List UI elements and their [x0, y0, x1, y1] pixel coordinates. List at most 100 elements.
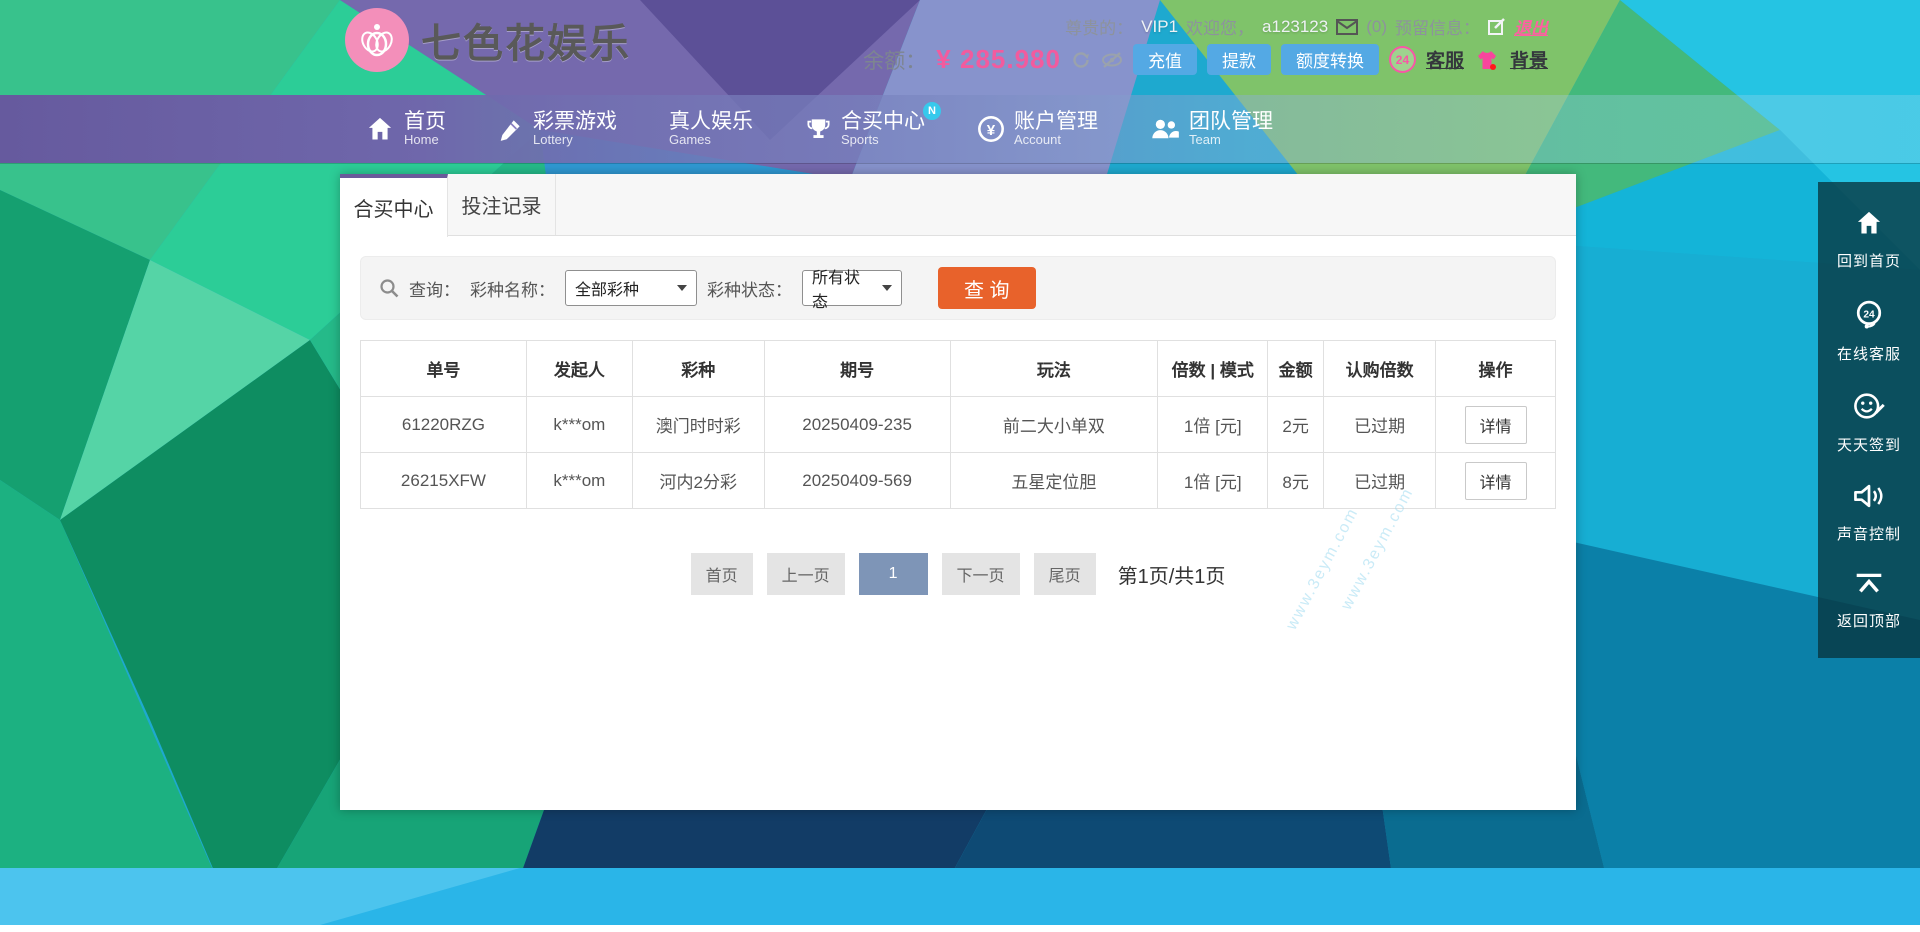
cell-order-no: 26215XFW — [361, 453, 527, 509]
balance-label: 余额： — [863, 45, 926, 75]
col-multiple-mode: 倍数 | 模式 — [1158, 341, 1268, 397]
nav-item-team[interactable]: 团队管理Team — [1150, 110, 1273, 148]
service-24-icon: 24 — [1389, 46, 1416, 73]
reserved-info-label: 预留信息： — [1395, 14, 1480, 39]
eye-off-icon[interactable] — [1101, 50, 1123, 70]
nav-label-en: Home — [404, 133, 446, 148]
nav-label-zh: 真人娱乐 — [669, 110, 753, 134]
withdraw-button[interactable]: 提款 — [1207, 44, 1271, 75]
sidebar-item-label: 在线客服 — [1837, 343, 1901, 364]
table-row: 26215XFW k***om 河内2分彩 20250409-569 五星定位胆… — [361, 453, 1556, 509]
sidebar-item-label: 天天签到 — [1837, 434, 1901, 455]
home-icon — [1853, 209, 1885, 242]
cell-starter: k***om — [526, 397, 632, 453]
chevron-down-icon — [677, 285, 687, 291]
search-filter-bar: 查询： 彩种名称： 全部彩种 彩种状态： 所有状态 查 询 — [360, 256, 1556, 320]
last-page-button[interactable]: 尾页 — [1034, 553, 1096, 595]
detail-button[interactable]: 详情 — [1465, 406, 1527, 444]
query-label: 查询： — [409, 276, 460, 301]
nav-label-zh: 团队管理 — [1189, 110, 1273, 134]
cell-issue: 20250409-569 — [764, 453, 950, 509]
background-toggle-link[interactable]: 背景 — [1510, 46, 1548, 73]
sidebar-item-home[interactable]: 回到首页 — [1837, 209, 1901, 271]
nav-item-group-buy[interactable]: 合买中心Sports N — [805, 110, 925, 148]
sidebar-item-checkin[interactable]: 天天签到 — [1837, 391, 1901, 455]
cell-action: 详情 — [1436, 453, 1556, 509]
col-order-no: 单号 — [361, 341, 527, 397]
cell-lottery: 河内2分彩 — [632, 453, 764, 509]
col-lottery: 彩种 — [632, 341, 764, 397]
prev-page-button[interactable]: 上一页 — [767, 553, 845, 595]
yen-coin-icon: ¥ — [977, 115, 1005, 143]
balance-amount: ¥ 285.980 — [936, 44, 1061, 75]
sidebar-item-back-to-top[interactable]: 返回顶部 — [1837, 571, 1901, 631]
sidebar-item-label: 回到首页 — [1837, 250, 1901, 271]
logo[interactable]: 七色花娱乐 — [345, 8, 631, 72]
nav-item-lottery[interactable]: 彩票游戏Lottery — [498, 110, 617, 148]
cell-starter: k***om — [526, 453, 632, 509]
tab-bet-records[interactable]: 投注记录 — [448, 174, 556, 235]
status-badge: 已过期 — [1324, 397, 1436, 453]
speaker-icon — [1853, 482, 1885, 515]
cell-play: 五星定位胆 — [950, 453, 1158, 509]
lottery-name-select[interactable]: 全部彩种 — [565, 270, 697, 306]
customer-service-link[interactable]: 客服 — [1426, 46, 1464, 73]
current-page-button[interactable]: 1 — [859, 553, 928, 595]
nav-item-live-games[interactable]: 真人娱乐Games — [669, 110, 753, 148]
mail-count[interactable]: (0) — [1366, 17, 1387, 37]
nav-item-home[interactable]: 首页Home — [365, 110, 446, 148]
table-row: 61220RZG k***om 澳门时时彩 20250409-235 前二大小单… — [361, 397, 1556, 453]
cell-order-no: 61220RZG — [361, 397, 527, 453]
sidebar-item-label: 声音控制 — [1837, 523, 1901, 544]
col-play: 玩法 — [950, 341, 1158, 397]
nav-label-en: Games — [669, 133, 753, 148]
query-button[interactable]: 查 询 — [938, 267, 1036, 309]
refresh-icon[interactable] — [1071, 50, 1091, 70]
next-page-button[interactable]: 下一页 — [942, 553, 1020, 595]
sidebar-item-service[interactable]: 24 在线客服 — [1837, 298, 1901, 364]
nav-label-en: Sports — [841, 133, 925, 148]
sidebar-item-sound[interactable]: 声音控制 — [1837, 482, 1901, 544]
home-icon — [365, 115, 395, 143]
lottery-name-value: 全部彩种 — [575, 276, 639, 300]
welcome-text: 欢迎您， — [1186, 14, 1254, 39]
header: 七色花娱乐 尊贵的： VIP1 欢迎您， a123123 (0) 预留信息： 退… — [0, 0, 1920, 95]
nav-item-account[interactable]: ¥ 账户管理Account — [977, 110, 1098, 148]
quota-convert-button[interactable]: 额度转换 — [1281, 44, 1379, 75]
lottery-name-label: 彩种名称： — [470, 276, 555, 301]
pencil-icon — [498, 116, 524, 142]
users-icon — [1150, 116, 1180, 142]
sidebar-item-label: 返回顶部 — [1837, 610, 1901, 631]
status-badge: 已过期 — [1324, 453, 1436, 509]
nav-label-zh: 彩票游戏 — [533, 110, 617, 134]
edit-icon[interactable] — [1488, 18, 1506, 36]
main-nav: 首页Home 彩票游戏Lottery 真人娱乐Games 合买中心Sports … — [0, 95, 1920, 163]
logout-link[interactable]: 退出 — [1514, 14, 1548, 39]
trophy-icon — [805, 116, 832, 143]
cell-multiple-mode: 1倍 [元] — [1158, 397, 1268, 453]
col-issue: 期号 — [764, 341, 950, 397]
vip-level: VIP1 — [1141, 17, 1178, 37]
first-page-button[interactable]: 首页 — [691, 553, 753, 595]
col-amount: 金额 — [1268, 341, 1324, 397]
balance-row: 余额： ¥ 285.980 充值 提款 额度转换 24 客服 背景 — [863, 44, 1548, 75]
service-24-icon: 24 — [1852, 298, 1886, 335]
tab-group-buy-center[interactable]: 合买中心 — [340, 174, 448, 237]
recharge-button[interactable]: 充值 — [1133, 44, 1197, 75]
cell-issue: 20250409-235 — [764, 397, 950, 453]
cell-play: 前二大小单双 — [950, 397, 1158, 453]
detail-button[interactable]: 详情 — [1465, 462, 1527, 500]
tshirt-icon — [1474, 49, 1500, 71]
user-info-row: 尊贵的： VIP1 欢迎您， a123123 (0) 预留信息： 退出 — [1065, 14, 1548, 39]
nav-label-en: Account — [1014, 133, 1098, 148]
nav-label-zh: 合买中心 — [841, 110, 925, 134]
page-info: 第1页/共1页 — [1118, 560, 1226, 589]
username: a123123 — [1262, 17, 1328, 37]
floating-sidebar: 回到首页 24 在线客服 天天签到 声音控制 返回顶部 — [1818, 182, 1920, 658]
cell-amount: 8元 — [1268, 453, 1324, 509]
table-header-row: 单号 发起人 彩种 期号 玩法 倍数 | 模式 金额 认购倍数 操作 — [361, 341, 1556, 397]
col-subscribe-multiple: 认购倍数 — [1324, 341, 1436, 397]
lottery-status-select[interactable]: 所有状态 — [802, 270, 902, 306]
mail-icon[interactable] — [1336, 19, 1358, 35]
search-icon — [379, 278, 399, 298]
